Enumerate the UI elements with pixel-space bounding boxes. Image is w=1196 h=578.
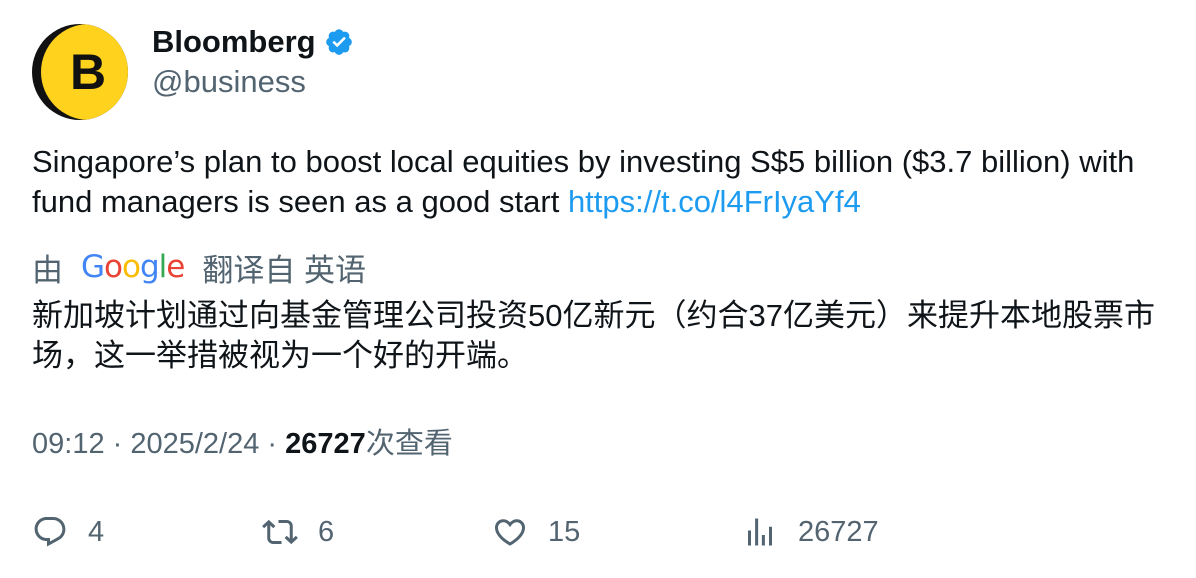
reply-button[interactable]: 4 [32,512,104,552]
like-count: 15 [548,515,581,548]
meta-separator: · [104,428,131,460]
tweet-date[interactable]: 2025/2/24 [130,428,259,460]
translated-by-label: 由 [32,252,63,288]
meta-separator: · [259,428,286,460]
translated-from-label: 翻译自 英语 [202,252,366,288]
views-label: 次查看 [365,428,453,460]
verified-badge-icon [325,29,352,55]
views-action-count: 26727 [798,515,879,548]
like-button[interactable]: 15 [492,512,580,552]
author-name[interactable]: Bloomberg [152,22,316,62]
tweet-time[interactable]: 09:12 [32,428,105,460]
author-handle[interactable]: @business [152,62,306,102]
avatar[interactable]: B [32,24,128,120]
views-button[interactable]: 26727 [742,512,879,552]
views-count: 26727 [285,428,366,460]
translated-text: 新加坡计划通过向基金管理公司投资50亿新元（约合37亿美元）来提升本地股票市场，… [32,298,1155,373]
tweet-meta: 09:12 · 2025/2/24 · 26727次查看 [32,424,453,464]
reply-count: 4 [88,515,105,548]
retweet-count: 6 [318,515,335,548]
retweet-button[interactable]: 6 [262,512,334,552]
avatar-letter: B [69,44,107,100]
like-icon [494,519,526,546]
author-name-row[interactable]: Bloomberg [152,22,354,62]
views-icon [748,518,772,546]
tweet-link[interactable]: https://t.co/l4FrIyaYf4 [568,184,861,219]
translation-attribution: 由 Google 翻译自 英语 [32,247,366,288]
google-logo: Google [81,249,185,285]
reply-icon [34,517,66,547]
tweet-text: Singapore’s plan to boost local equities… [32,142,1172,222]
retweet-icon [262,519,298,545]
